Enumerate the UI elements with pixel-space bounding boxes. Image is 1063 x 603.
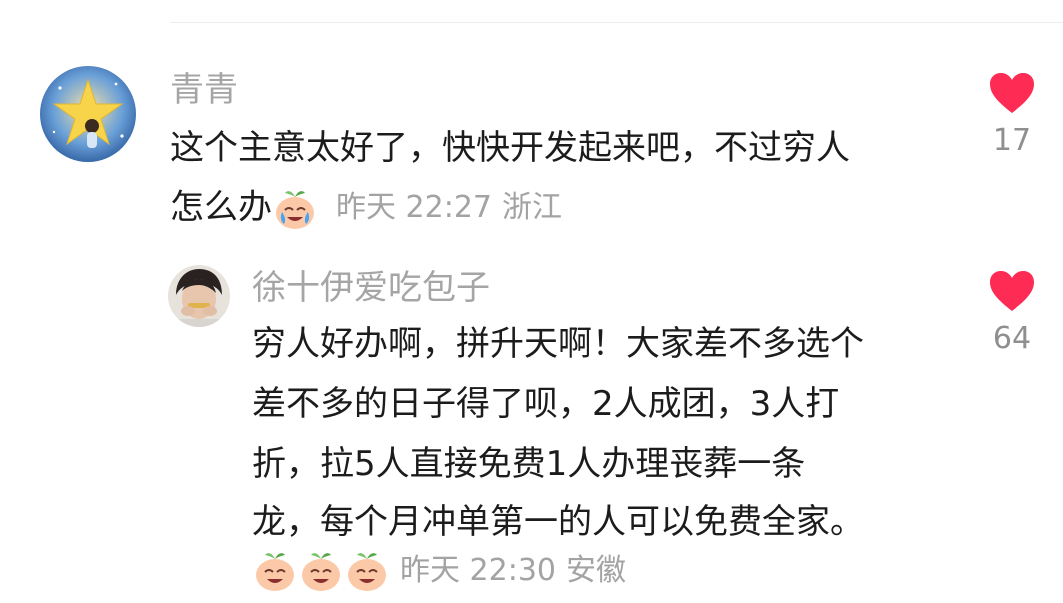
comment-text-fragment: 怎么办 [170,187,272,228]
reply-text-line: 穷人好办啊，拼升天啊！大家差不多选个 [252,324,864,364]
reply-item: 徐十伊爱吃包子 穷人好办啊，拼升天啊！大家差不多选个 差不多的日子得了呗，2人成… [0,240,1063,591]
crying-laughing-face-icon [252,548,298,594]
crying-laughing-face-icon [298,548,344,594]
crying-laughing-face-icon [272,186,318,232]
avatar[interactable] [168,265,230,327]
like-count: 17 [992,123,1032,158]
like-button[interactable]: 64 [982,270,1042,356]
reply-username[interactable]: 徐十伊爱吃包子 [252,268,490,308]
reply-text-line: 折，拉5人直接免费1人办理丧葬一条 [252,444,806,484]
comment-text-line: 这个主意太好了，快快开发起来吧，不过穷人 [170,128,850,168]
comment-location: 浙江 [502,190,562,225]
reply-meta: 昨天 22:30 安徽 [252,548,636,594]
comment-meta: 昨天 22:27 浙江 [336,190,572,226]
like-count: 64 [992,321,1032,356]
comment-text-line: 怎么办 [170,186,318,232]
reply-text-line: 差不多的日子得了呗，2人成团，3人打 [252,384,840,424]
heart-icon[interactable] [988,72,1036,114]
reply-time: 昨天 22:30 [400,552,556,588]
reply-text-line: 龙，每个月冲单第一的人可以免费全家。 [252,502,864,542]
crying-laughing-face-icon [344,548,390,594]
comment-username[interactable]: 青青 [170,70,238,110]
avatar[interactable] [40,66,136,162]
comment-time: 昨天 22:27 [336,190,492,225]
like-button[interactable]: 17 [982,72,1042,158]
reply-location: 安徽 [566,552,626,588]
heart-icon[interactable] [988,270,1036,312]
comment-item: 青青 这个主意太好了，快快开发起来吧，不过穷人 怎么办 昨天 22:27 浙江 1… [0,0,1063,240]
